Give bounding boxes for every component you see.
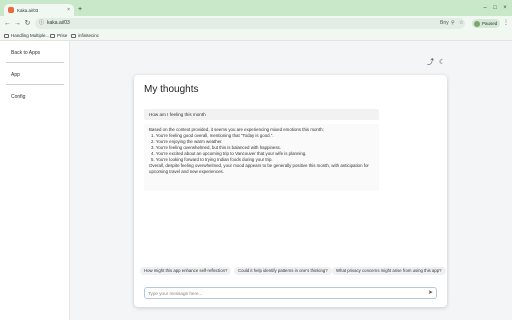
bookmark-item[interactable]: Prise — [50, 32, 67, 40]
sidebar-divider — [6, 84, 64, 85]
favicon-icon — [8, 7, 14, 13]
translate-text[interactable]: Bny — [440, 20, 449, 27]
zoom-icon[interactable]: ⚲ — [451, 20, 455, 27]
forward-icon[interactable]: → — [13, 19, 22, 28]
tab-close-icon[interactable]: × — [67, 7, 70, 13]
avatar — [474, 20, 480, 27]
browser-toolbar: ← → ↻ ⓘ kaka.ai/03 Bny ⚲ ☆ Paused ⋮ — [0, 16, 512, 31]
back-icon[interactable]: ← — [3, 19, 12, 28]
message-input[interactable] — [148, 289, 418, 298]
send-icon[interactable]: ➤ — [428, 290, 433, 297]
suggestion-chip[interactable]: Could it help identify patterns in one's… — [234, 267, 332, 275]
address-bar[interactable]: ⓘ kaka.ai/03 Bny ⚲ ☆ — [35, 18, 465, 29]
tab-strip: Kaka.ai/03 × + – □ × — [0, 0, 512, 16]
browser-menu-icon[interactable]: ⋮ — [503, 20, 509, 27]
site-info-icon[interactable]: ⓘ — [38, 20, 45, 27]
message-input-box: ➤ — [144, 287, 437, 299]
profile-status: Paused — [482, 21, 498, 26]
page-icon — [71, 34, 76, 38]
tab-title: Kaka.ai/03 — [17, 7, 39, 13]
suggestion-chip[interactable]: What privacy concerns might arise from u… — [332, 267, 446, 275]
page-icon — [4, 34, 9, 38]
minimize-icon[interactable]: – — [482, 5, 488, 11]
url-text: kaka.ai/03 — [47, 20, 70, 26]
sidebar-item-app[interactable]: App — [11, 72, 20, 78]
sidebar-item-back-to-apps[interactable]: Back to Apps — [11, 50, 40, 56]
bookmark-item[interactable]: infinitecinc — [71, 32, 99, 40]
maximize-icon[interactable]: □ — [492, 5, 498, 11]
profile-button[interactable]: Paused — [472, 19, 500, 28]
bookmark-item[interactable]: Handling Multiple... — [4, 32, 49, 40]
answer-list: 1. You're feeling good overall, mentioni… — [151, 133, 374, 163]
sidebar: Back to Apps App Config — [0, 41, 70, 320]
suggestion-chips: How might this app enhance self-reflecti… — [134, 267, 447, 277]
reload-icon[interactable]: ↻ — [23, 19, 32, 28]
close-window-icon[interactable]: × — [502, 5, 508, 11]
share-icon[interactable]: ⤴ — [427, 59, 434, 67]
chat-card: My thoughts How am I feeling this month … — [134, 75, 447, 307]
bookmark-star-icon[interactable]: ☆ — [459, 20, 463, 27]
bookmarks-bar: Handling Multiple... Prise infinitecinc — [0, 31, 512, 41]
page-title: My thoughts — [144, 84, 199, 95]
moon-icon[interactable]: ☾ — [439, 59, 445, 67]
browser-tab[interactable]: Kaka.ai/03 × — [4, 4, 74, 16]
answer-conclusion: Overall, despite feeling overwhelmed, yo… — [149, 163, 369, 174]
folder-icon — [50, 34, 55, 38]
assistant-message: Based on the context provided, it seems … — [144, 124, 379, 191]
user-message: How am I feeling this month — [144, 109, 379, 120]
new-tab-button[interactable]: + — [78, 6, 82, 14]
suggestion-chip[interactable]: How might this app enhance self-reflecti… — [140, 267, 232, 275]
sidebar-item-config[interactable]: Config — [11, 94, 25, 100]
sidebar-divider — [6, 62, 64, 63]
